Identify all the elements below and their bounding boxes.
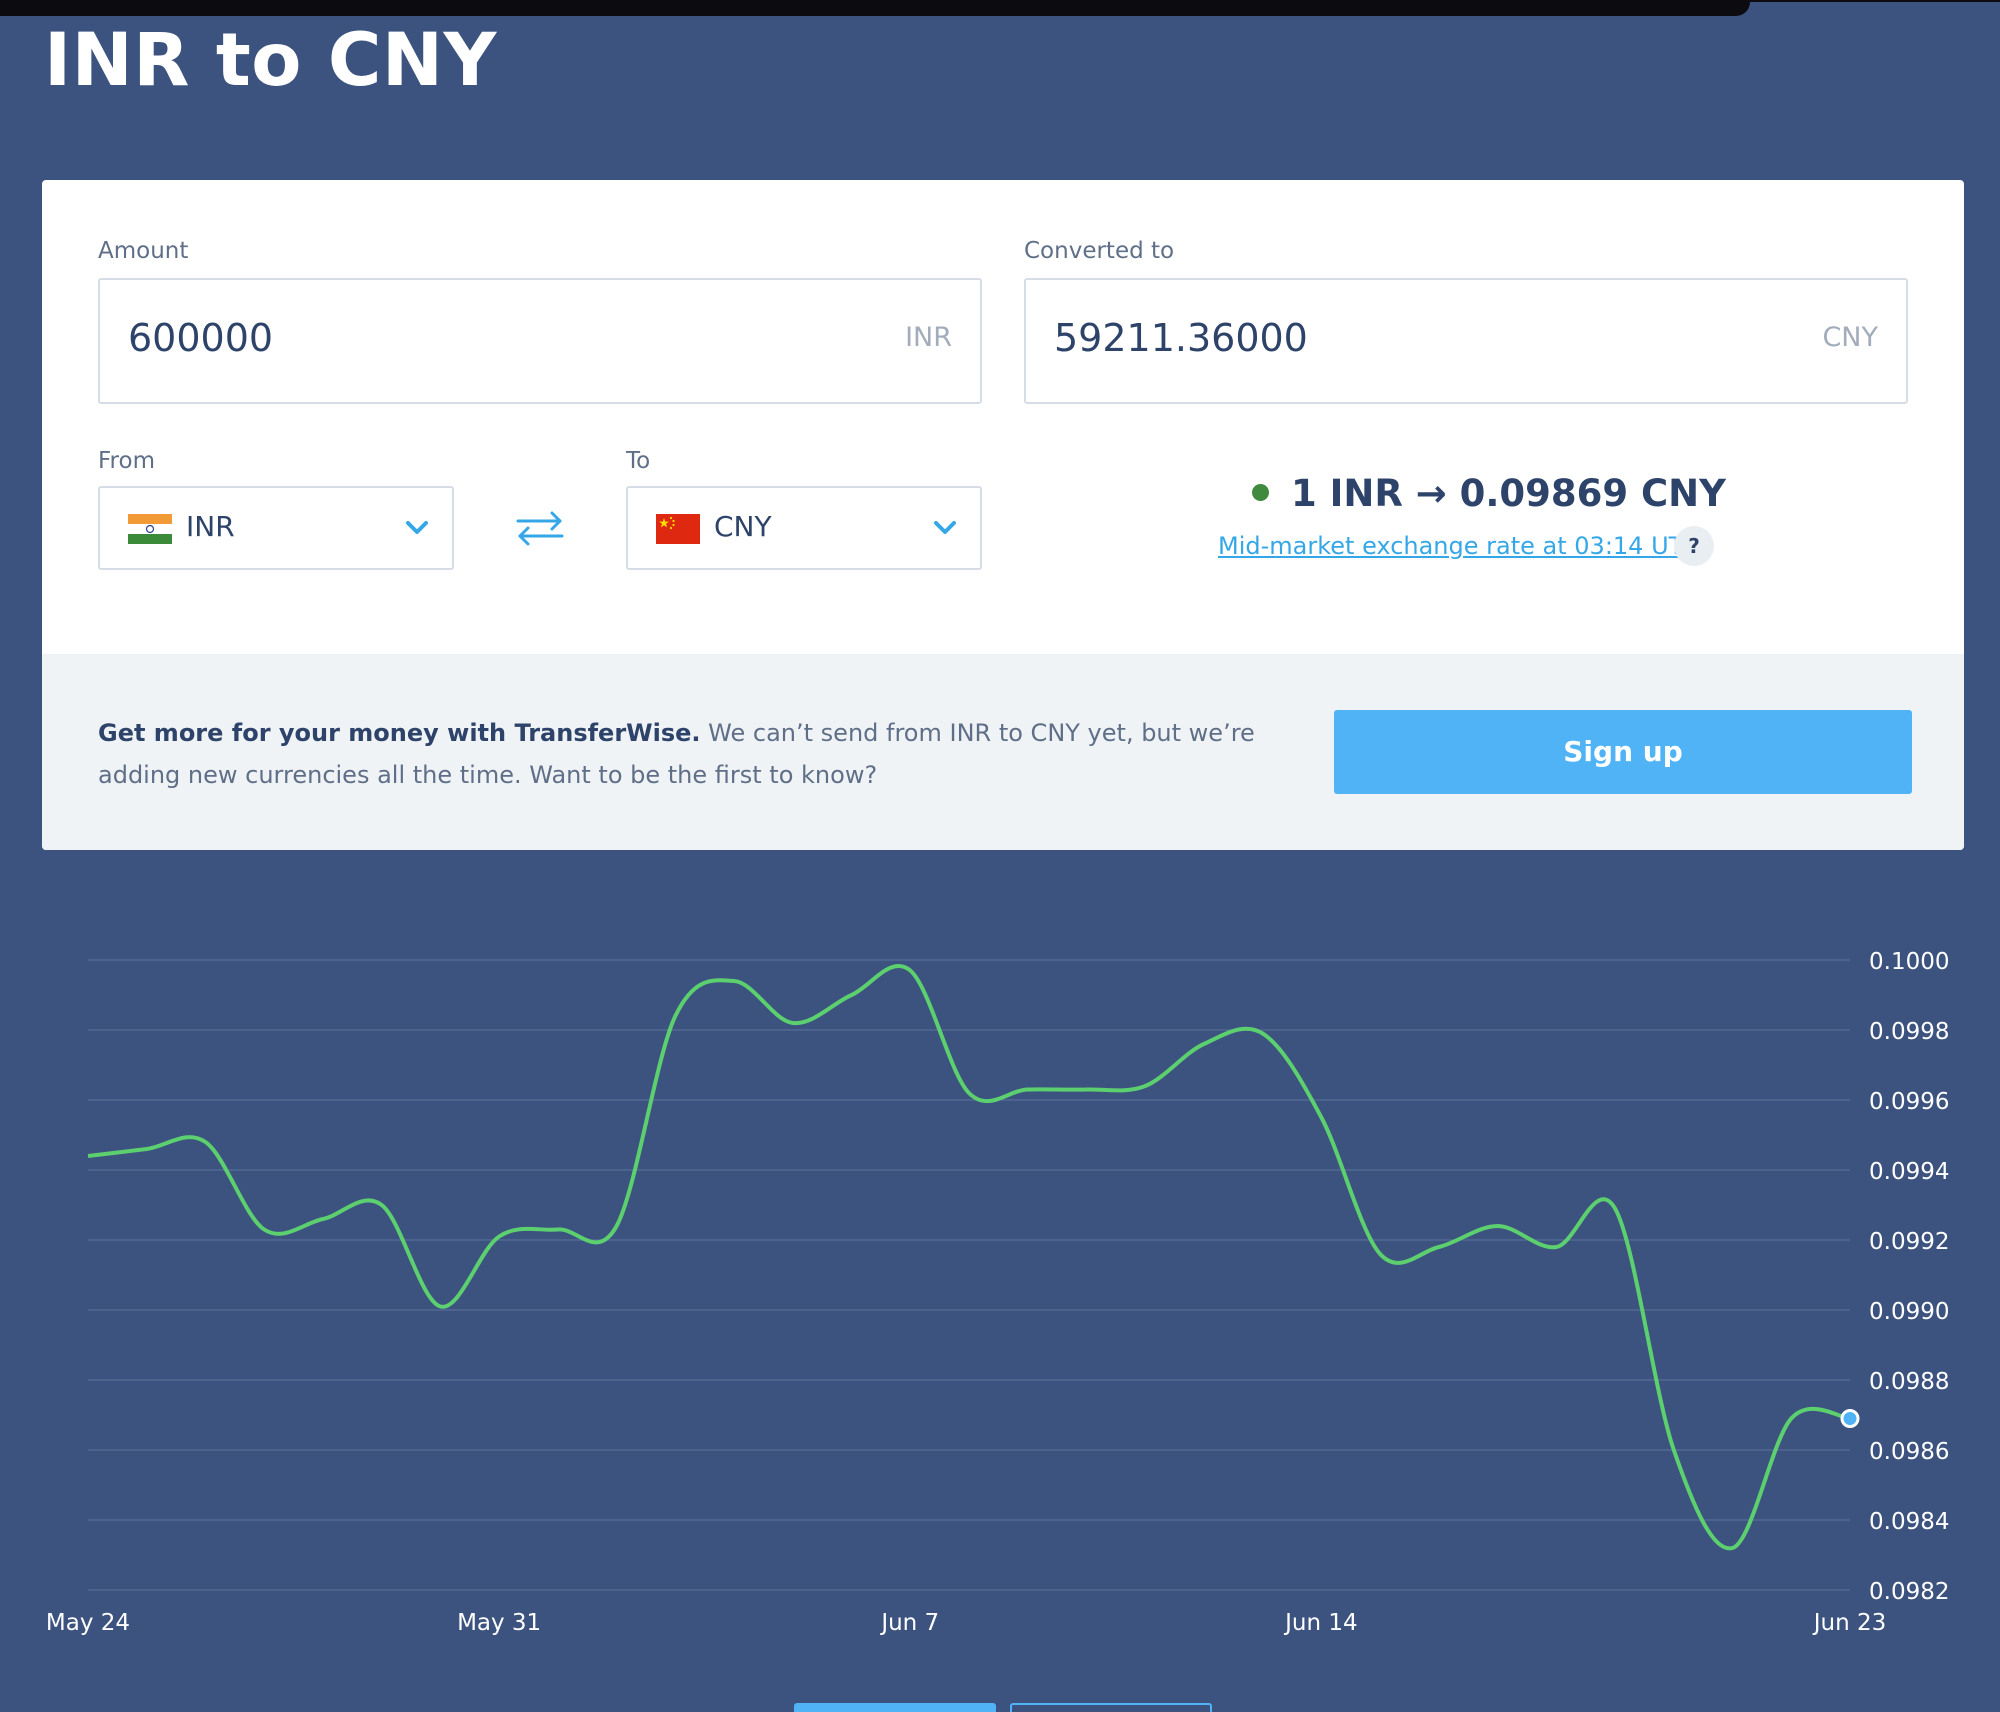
- from-label: From: [98, 448, 155, 474]
- to-currency-select[interactable]: CNY: [626, 486, 982, 570]
- help-button[interactable]: ?: [1674, 526, 1714, 566]
- y-tick-label: 0.1000: [1869, 949, 1949, 975]
- x-tick-label: Jun 23: [1812, 1610, 1887, 1636]
- chevron-down-icon: [934, 521, 956, 534]
- y-tick-label: 0.0994: [1869, 1159, 1949, 1185]
- converted-value: 59211.36000: [1054, 316, 1308, 360]
- china-flag-icon: [656, 514, 700, 544]
- live-status-dot: [1252, 484, 1269, 501]
- rate-history-chart: 0.1000 0.0998 0.0996 0.0994 0.0992 0.0990 0.09…: [46, 949, 1950, 1636]
- india-flag-icon: [128, 514, 172, 544]
- amount-value: 600000: [128, 316, 274, 360]
- converted-currency-code: CNY: [1822, 322, 1878, 353]
- y-tick-label: 0.0996: [1869, 1089, 1949, 1115]
- series-line: [87, 963, 1851, 1551]
- exchange-rate: 1 INR → 0.09869 CNY: [1252, 472, 1726, 515]
- swap-arrows-icon[interactable]: [512, 508, 568, 548]
- chart-range-button-primary[interactable]: [794, 1703, 996, 1712]
- page-title: INR to CNY: [44, 18, 497, 103]
- converted-input[interactable]: 59211.36000 CNY: [1024, 278, 1908, 404]
- to-label: To: [626, 448, 651, 474]
- x-tick-label: Jun 7: [879, 1610, 939, 1636]
- to-currency-code: CNY: [714, 510, 772, 543]
- latest-point-marker: [1840, 1409, 1860, 1428]
- chart-range-button-secondary[interactable]: [1010, 1703, 1212, 1712]
- promo-text: Get more for your money with TransferWis…: [98, 712, 1298, 796]
- exchange-rate-text: 1 INR → 0.09869 CNY: [1291, 472, 1726, 515]
- mid-market-rate-link[interactable]: Mid-market exchange rate at 03:14 UTC: [1218, 532, 1699, 560]
- y-tick-label: 0.0990: [1869, 1299, 1949, 1325]
- window-frame: [0, 0, 1750, 16]
- y-tick-label: 0.0998: [1869, 1019, 1949, 1045]
- signup-button[interactable]: Sign up: [1334, 710, 1912, 794]
- y-tick-label: 0.0986: [1869, 1439, 1949, 1465]
- y-tick-label: 0.0982: [1869, 1579, 1949, 1605]
- converted-label: Converted to: [1024, 238, 1175, 264]
- x-tick-label: May 24: [46, 1610, 130, 1636]
- from-currency-code: INR: [186, 510, 235, 543]
- amount-currency-code: INR: [905, 322, 952, 353]
- window-top-bar: [0, 0, 2000, 16]
- promo-bold-text: Get more for your money with TransferWis…: [98, 719, 701, 747]
- y-tick-label: 0.0984: [1869, 1509, 1949, 1535]
- x-tick-label: Jun 14: [1283, 1610, 1358, 1636]
- from-currency-select[interactable]: INR: [98, 486, 454, 570]
- y-tick-label: 0.0988: [1869, 1369, 1949, 1395]
- window-frame-edge: [1700, 0, 2000, 2]
- chevron-down-icon: [406, 521, 428, 534]
- amount-label: Amount: [98, 238, 189, 264]
- promo-banner: Get more for your money with TransferWis…: [42, 654, 1964, 850]
- x-tick-label: May 31: [457, 1610, 541, 1636]
- converter-card: Amount 600000 INR Converted to 59211.360…: [42, 180, 1964, 850]
- y-tick-label: 0.0992: [1869, 1229, 1949, 1255]
- amount-input[interactable]: 600000 INR: [98, 278, 982, 404]
